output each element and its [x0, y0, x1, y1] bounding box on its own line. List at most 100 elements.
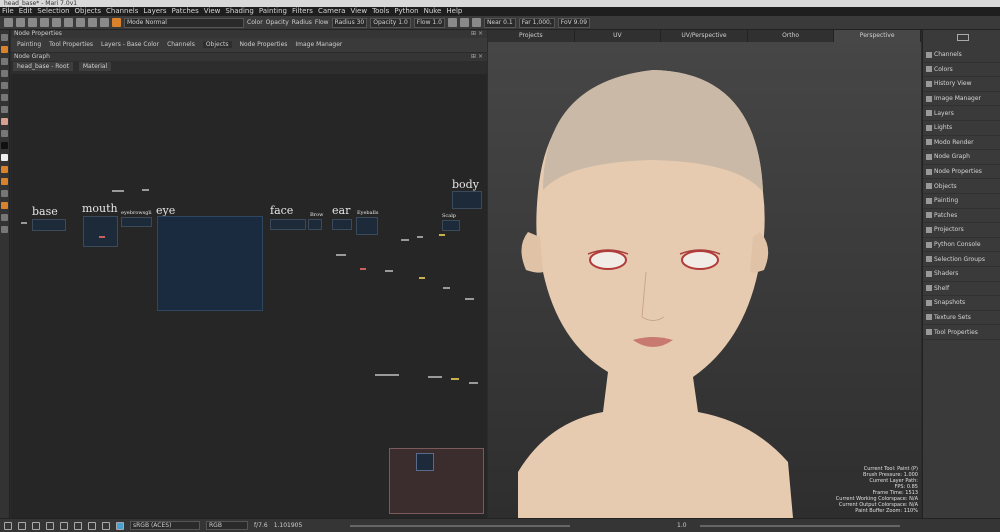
gamma-slider[interactable]	[700, 525, 900, 527]
pin-icon[interactable]: ⊞ ×	[471, 30, 483, 38]
tab-layers-base-color[interactable]: Layers - Base Color	[101, 41, 159, 48]
3d-viewport[interactable]: Projects UV UV/Perspective Ortho Perspec…	[488, 30, 921, 518]
tab-channels[interactable]: Channels	[167, 41, 195, 48]
dock-item-texture-sets[interactable]: Texture Sets	[923, 311, 1000, 326]
dock-item-shaders[interactable]: Shaders	[923, 267, 1000, 282]
paint-through-icon[interactable]	[1, 166, 8, 173]
dock-item-tool-properties[interactable]: Tool Properties	[923, 325, 1000, 340]
group-node-ear[interactable]	[332, 219, 352, 230]
minimap-viewport[interactable]	[416, 453, 434, 471]
menu-patches[interactable]: Patches	[172, 7, 199, 16]
pan-icon[interactable]	[18, 521, 26, 530]
layer-tool-icon[interactable]	[1, 226, 8, 233]
crumb-material[interactable]: Material	[78, 62, 112, 71]
node-graph-canvas[interactable]: base mouth eyebrowsgli eye face Brow ear…	[11, 74, 487, 518]
dock-item-layers[interactable]: Layers	[923, 106, 1000, 121]
dock-item-painting[interactable]: Painting	[923, 194, 1000, 209]
group-node-body[interactable]	[452, 191, 482, 209]
selection-icon[interactable]	[74, 521, 82, 530]
marquee-icon[interactable]	[1, 82, 8, 89]
radius-checkbox[interactable]: Radius	[292, 19, 312, 26]
mode-select[interactable]: Mode Normal	[124, 17, 244, 28]
tab-image-manager[interactable]: Image Manager	[295, 41, 342, 48]
open-file-icon[interactable]	[16, 18, 25, 27]
tab-painting[interactable]: Painting	[17, 41, 41, 48]
value-readout[interactable]: 1.0	[677, 522, 687, 529]
down-arrow-icon[interactable]	[32, 521, 40, 530]
menu-file[interactable]: File	[2, 7, 14, 16]
save-icon[interactable]	[28, 18, 37, 27]
rotate-tool-icon[interactable]	[1, 46, 8, 53]
colorspace-select[interactable]: sRGB (ACES)	[130, 521, 200, 530]
select-tool-icon[interactable]	[88, 18, 97, 27]
dock-item-snapshots[interactable]: Snapshots	[923, 296, 1000, 311]
foreground-color-swatch[interactable]	[1, 118, 8, 125]
move-icon[interactable]	[4, 521, 12, 530]
menu-python[interactable]: Python	[394, 7, 418, 16]
dock-item-patches[interactable]: Patches	[923, 209, 1000, 224]
tab-ortho[interactable]: Ortho	[748, 30, 835, 42]
menu-painting[interactable]: Painting	[259, 7, 287, 16]
fstop-readout[interactable]: f/7.6	[254, 522, 268, 529]
dock-item-colors[interactable]: Colors	[923, 63, 1000, 78]
new-file-icon[interactable]	[4, 18, 13, 27]
camera-icon[interactable]	[471, 18, 481, 27]
menu-camera[interactable]: Camera	[318, 7, 345, 16]
radius-field[interactable]: Radius 30	[331, 17, 368, 28]
far-field[interactable]: Far 1,000,	[518, 17, 555, 28]
menu-tools[interactable]: Tools	[372, 7, 389, 16]
menu-channels[interactable]: Channels	[106, 7, 138, 16]
brush-icon[interactable]	[112, 18, 121, 27]
clone-icon[interactable]	[1, 178, 8, 185]
crumb-root[interactable]: head_base - Root	[13, 62, 73, 71]
tab-node-properties[interactable]: Node Properties	[240, 41, 288, 48]
dock-menu-icon[interactable]	[957, 34, 969, 41]
background-color-swatch[interactable]	[1, 142, 8, 149]
group-node-mouth[interactable]	[83, 216, 118, 247]
group-node-base[interactable]	[32, 219, 66, 231]
swap-colors-icon[interactable]	[1, 154, 8, 161]
mask-icon[interactable]	[1, 214, 8, 221]
paint-tool-icon[interactable]	[76, 18, 85, 27]
menu-filters[interactable]: Filters	[292, 7, 313, 16]
group-node-face[interactable]	[270, 219, 306, 230]
projection-icon[interactable]	[1, 190, 8, 197]
brush-tool-icon[interactable]	[1, 94, 8, 101]
zoom-readout[interactable]: 1.101905	[274, 522, 303, 529]
flow-field[interactable]: Flow 1.0	[413, 17, 445, 28]
menu-shading[interactable]: Shading	[225, 7, 253, 16]
tab-uv-perspective[interactable]: UV/Perspective	[661, 30, 748, 42]
transform-tool-icon[interactable]	[100, 18, 109, 27]
dock-item-image-manager[interactable]: Image Manager	[923, 92, 1000, 107]
dock-item-modo-render[interactable]: Modo Render	[923, 136, 1000, 151]
near-field[interactable]: Near 0.1	[483, 17, 516, 28]
dock-item-objects[interactable]: Objects	[923, 179, 1000, 194]
group-node-scalp[interactable]	[442, 220, 460, 231]
gradient-icon[interactable]	[1, 130, 8, 137]
menu-nuke[interactable]: Nuke	[424, 7, 442, 16]
expand-icon[interactable]	[60, 521, 68, 530]
tab-projects[interactable]: Projects	[488, 30, 575, 42]
pin-icon[interactable]: ⊞ ×	[471, 53, 483, 61]
menu-view[interactable]: View	[204, 7, 221, 16]
opacity-field[interactable]: Opacity 1.0	[370, 17, 411, 28]
dock-item-shelf[interactable]: Shelf	[923, 282, 1000, 297]
menu-edit[interactable]: Edit	[19, 7, 33, 16]
tab-tool-properties[interactable]: Tool Properties	[49, 41, 93, 48]
menu-selection[interactable]: Selection	[37, 7, 69, 16]
viewport-scene[interactable]: Current Tool: Paint (P) Brush Pressure: …	[488, 42, 921, 518]
play-icon[interactable]	[447, 18, 457, 27]
group-node-eye[interactable]	[157, 216, 263, 311]
undo-icon[interactable]	[52, 18, 61, 27]
exposure-slider[interactable]	[350, 525, 570, 527]
group-node-eyebrows[interactable]	[121, 217, 152, 227]
play-icon[interactable]	[102, 521, 110, 530]
dock-item-lights[interactable]: Lights	[923, 121, 1000, 136]
move-tool-icon[interactable]	[1, 34, 8, 41]
lock-icon[interactable]	[88, 521, 96, 530]
bake-icon[interactable]	[1, 202, 8, 209]
grid-icon[interactable]	[459, 18, 469, 27]
dock-item-python-console[interactable]: Python Console	[923, 238, 1000, 253]
menu-view-2[interactable]: View	[350, 7, 367, 16]
select-tool-icon[interactable]	[1, 58, 8, 65]
